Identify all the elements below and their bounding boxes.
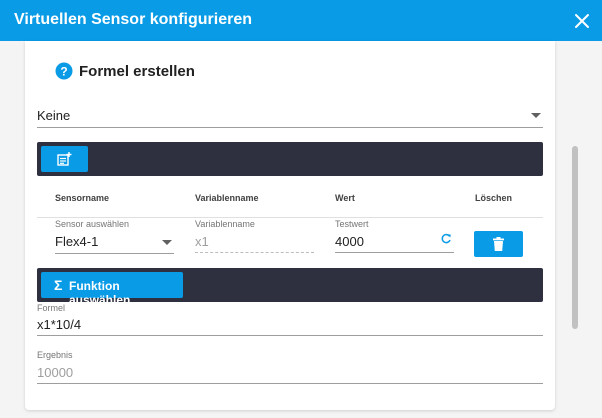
formula-underline [37,335,543,336]
chevron-down-icon [531,113,541,118]
sensor-select-underline [55,253,174,254]
help-icon[interactable]: ? [55,62,73,80]
select-function-button[interactable]: Σ Funktion auswählen [41,272,183,307]
refresh-icon[interactable] [440,233,452,245]
preset-select-value: Keine [37,108,71,123]
variable-name-input[interactable]: x1 [195,234,209,249]
variable-name-label: Variablenname [195,219,255,229]
formula-input[interactable]: x1*10/4 [37,317,81,332]
sensor-select[interactable]: Flex4-1 [55,231,174,253]
header-divider [37,217,543,218]
test-value-label: Testwert [335,219,369,229]
svg-text:?: ? [60,65,67,79]
dialog-header: Virtuellen Sensor konfigurieren [0,0,602,41]
close-icon[interactable] [570,9,594,33]
column-header-sensor: Sensorname [55,193,110,203]
sensor-select-value: Flex4-1 [55,234,99,249]
column-header-variable: Variablenname [195,193,259,203]
preset-select[interactable]: Keine [37,100,543,128]
variable-toolbar [37,142,543,176]
trash-icon [493,237,504,251]
delete-variable-button[interactable] [474,231,523,257]
test-value-input[interactable]: 4000 [335,234,364,249]
add-note-icon [57,152,72,166]
dialog-body [0,41,602,418]
test-value-underline [335,252,454,253]
result-value: 10000 [37,365,74,380]
dialog-title: Virtuellen Sensor konfigurieren [14,11,252,28]
scrollbar-thumb[interactable] [572,146,578,329]
column-header-value: Wert [335,193,355,203]
sensor-select-label: Sensor auswählen [55,219,130,229]
formula-label: Formel [37,303,66,313]
chevron-down-icon [162,240,172,245]
select-function-label: Funktion auswählen [69,279,131,307]
sigma-icon: Σ [54,277,63,293]
variable-name-underline [195,252,314,253]
result-label: Ergebnis [37,350,73,360]
add-variable-button[interactable] [41,146,88,172]
column-header-delete: Löschen [475,193,513,203]
result-underline [37,383,543,384]
section-title: Formel erstellen [79,63,195,80]
close-button[interactable] [570,9,594,33]
